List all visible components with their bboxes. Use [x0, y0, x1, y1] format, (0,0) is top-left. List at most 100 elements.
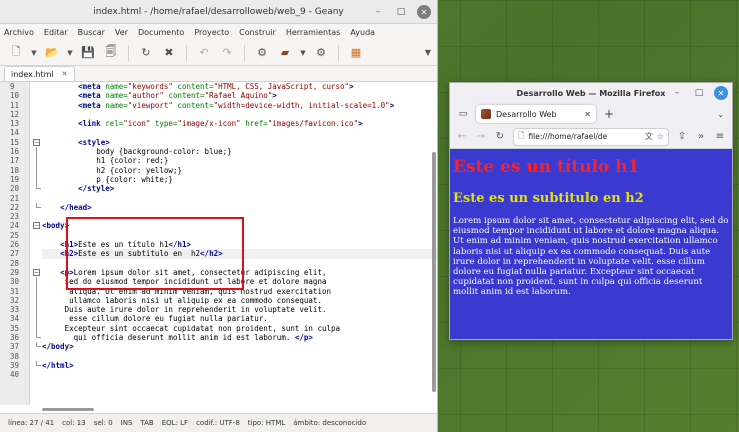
menu-item-herramientas[interactable]: Herramientas [286, 28, 341, 37]
open-recent-dropdown-icon[interactable]: ▼ [65, 49, 75, 57]
code-line[interactable]: aliqua. Ut enim ad minim veniam, quis no… [42, 287, 437, 296]
reload-icon[interactable]: ↻ [136, 44, 156, 62]
code-line[interactable]: <meta name="author" content="Rafael Aqui… [42, 91, 437, 100]
translate-icon[interactable]: 文 [645, 131, 653, 142]
toolbar-overflow-icon[interactable]: ▼ [425, 48, 431, 57]
new-file-dropdown-icon[interactable]: ▼ [29, 49, 39, 57]
code-line[interactable]: <meta name="keywords" content="HTML, CSS… [42, 82, 437, 91]
code-line[interactable]: </style> [42, 184, 437, 193]
close-tab-icon[interactable]: ✕ [62, 70, 68, 78]
tab-list-icon[interactable]: ▭ [456, 108, 470, 120]
status-item: EOL: LF [161, 419, 189, 427]
maximize-icon[interactable]: □ [394, 5, 408, 19]
code-line[interactable] [42, 259, 437, 268]
code-line[interactable]: <style> [42, 138, 437, 147]
new-tab-icon[interactable]: + [602, 107, 616, 121]
code-line[interactable]: esse cillum dolore eu fugiat nulla paria… [42, 314, 437, 323]
code-line[interactable]: <link rel="icon" type="image/x-icon" hre… [42, 119, 437, 128]
close-file-icon[interactable]: ✖ [159, 44, 179, 62]
code-line[interactable]: ullamco laboris nisi ut aliquip ex ea co… [42, 296, 437, 305]
menu-item-ver[interactable]: Ver [115, 28, 128, 37]
fold-marker [30, 194, 42, 203]
code-editor[interactable]: 9 10 11 12 13 14 15 16 17 18 19 20 21 22 23 24 25 26 27 28 2… [0, 82, 437, 405]
code-line[interactable] [42, 352, 437, 361]
url-bar[interactable]: 🗋 file:///home/rafael/de 文 ☆ [513, 127, 669, 146]
run-icon[interactable]: ⚙ [311, 44, 331, 62]
code-line[interactable] [42, 231, 437, 240]
compile-icon[interactable]: ⚙ [252, 44, 272, 62]
menu-item-documento[interactable]: Documento [138, 28, 184, 37]
tab-index-html[interactable]: index.html ✕ [4, 66, 75, 81]
code-line[interactable]: qui officia deserunt mollit anim id est … [42, 333, 437, 342]
firefox-titlebar[interactable]: Desarrollo Web — Mozilla Firefox – □ ✕ [450, 83, 732, 103]
fold-end-guide [36, 333, 41, 339]
build-dropdown-icon[interactable]: ▼ [298, 49, 308, 57]
code-line[interactable] [42, 212, 437, 221]
code-line[interactable]: <h2>Este es un subtitulo en h2</h2> [42, 249, 437, 259]
tab-desarrollo-web[interactable]: Desarrollo Web ✕ [476, 105, 596, 123]
chevron-down-icon[interactable]: ⌄ [717, 110, 724, 119]
menu-item-ayuda[interactable]: Ayuda [350, 28, 375, 37]
maximize-icon[interactable]: □ [692, 86, 706, 100]
fold-toggle-icon[interactable]: − [33, 138, 40, 146]
line-number-gutter: 9 10 11 12 13 14 15 16 17 18 19 20 21 22 23 24 25 26 27 28 2… [0, 82, 30, 405]
horizontal-scrollbar[interactable] [0, 405, 437, 413]
share-icon[interactable]: ⇪ [676, 131, 688, 142]
code-line[interactable]: h1 {color: red;} [42, 156, 437, 165]
reload-icon[interactable]: ↻ [494, 131, 506, 142]
code-line[interactable]: h2 {color: yellow;} [42, 166, 437, 175]
code-line[interactable]: Excepteur sint occaecat cupidatat non pr… [42, 324, 437, 333]
fold-toggle-icon[interactable]: − [33, 222, 40, 230]
vertical-scroll-thumb[interactable] [432, 152, 436, 392]
save-all-icon[interactable]: 🗐 [101, 44, 121, 62]
line-number: 9 [10, 82, 15, 91]
code-line[interactable]: <body> [42, 221, 437, 230]
status-item: TAB [140, 419, 154, 427]
hamburger-menu-icon[interactable]: ≡ [714, 131, 726, 142]
code-line[interactable]: Duis aute irure dolor in reprehenderit i… [42, 305, 437, 314]
close-icon[interactable]: ✕ [417, 5, 431, 19]
menu-item-editar[interactable]: Editar [44, 28, 68, 37]
code-line[interactable] [42, 370, 437, 379]
code-line[interactable] [42, 194, 437, 203]
color-chooser-icon[interactable]: ▦ [346, 44, 366, 62]
bookmark-star-icon[interactable]: ☆ [657, 132, 664, 141]
code-line[interactable]: <p>Lorem ipsum dolor sit amet, consectet… [42, 268, 437, 277]
vertical-scrollbar[interactable] [430, 82, 436, 405]
code-line[interactable] [42, 128, 437, 137]
open-file-icon[interactable]: 📂 [42, 44, 62, 62]
horizontal-scroll-thumb[interactable] [42, 408, 94, 411]
minimize-icon[interactable]: – [670, 86, 684, 100]
code-line[interactable]: </head> [42, 203, 437, 212]
page-content: Este es un título h1 Este es un subtitul… [450, 149, 732, 339]
redo-icon[interactable]: ↷ [217, 44, 237, 62]
code-line[interactable]: <h1>Este es un título h1</h1> [42, 240, 437, 249]
url-text[interactable]: file:///home/rafael/de [528, 132, 640, 141]
close-tab-icon[interactable]: ✕ [584, 110, 591, 119]
code-line[interactable]: </html> [42, 361, 437, 370]
minimize-icon[interactable]: – [371, 5, 385, 19]
code-line[interactable]: p {color: white;} [42, 175, 437, 184]
code-line[interactable]: </body> [42, 342, 437, 351]
code-line[interactable]: <meta name="viewport" content="width=dev… [42, 101, 437, 110]
forward-icon[interactable]: → [475, 131, 487, 142]
status-item: ámbito: desconocido [293, 419, 367, 427]
fold-toggle-icon[interactable]: − [33, 268, 40, 276]
save-icon[interactable]: 💾 [78, 44, 98, 62]
menu-item-buscar[interactable]: Buscar [78, 28, 105, 37]
menu-item-proyecto[interactable]: Proyecto [194, 28, 229, 37]
undo-icon[interactable]: ↶ [194, 44, 214, 62]
menu-item-archivo[interactable]: Archivo [4, 28, 34, 37]
code-line[interactable]: body {background-color: blue;} [42, 147, 437, 156]
build-icon[interactable]: ▰ [275, 44, 295, 62]
code-line[interactable] [42, 110, 437, 119]
code-line[interactable]: sed do eiusmod tempor incididunt ut labo… [42, 277, 437, 286]
menu-item-construir[interactable]: Construir [239, 28, 276, 37]
page-paragraph: Lorem ipsum dolor sit amet, consectetur … [453, 216, 729, 298]
back-icon[interactable]: ← [456, 131, 468, 142]
code-area[interactable]: <meta name="keywords" content="HTML, CSS… [42, 82, 437, 405]
geany-titlebar[interactable]: index.html - /home/rafael/desarrolloweb/… [0, 0, 437, 24]
close-icon[interactable]: ✕ [714, 86, 728, 100]
overflow-chevron-icon[interactable]: » [695, 131, 707, 142]
new-file-icon[interactable]: 🗋 [6, 44, 26, 62]
